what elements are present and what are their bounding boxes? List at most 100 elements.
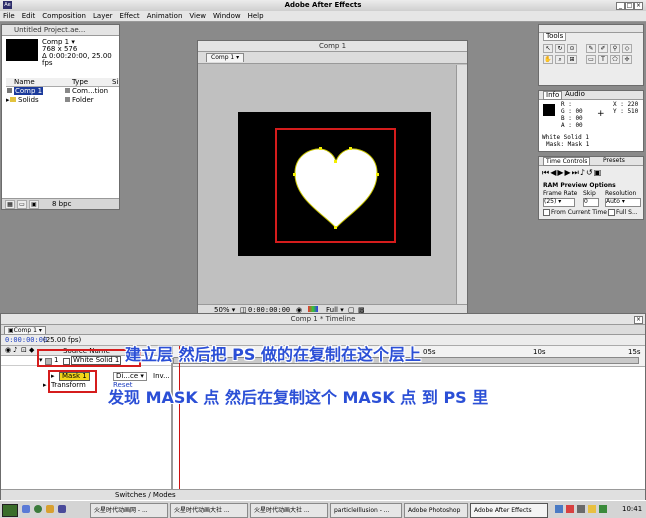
maximize-icon[interactable]: □ bbox=[625, 2, 634, 10]
play-icon[interactable]: ▶ bbox=[557, 168, 564, 177]
column-name[interactable]: Name bbox=[14, 78, 35, 86]
mask-mode-select[interactable]: Di...ce ▾ bbox=[113, 372, 147, 381]
color-swatch bbox=[543, 104, 555, 116]
text-tool-icon[interactable]: T bbox=[598, 55, 608, 64]
tab-presets[interactable]: Presets bbox=[601, 157, 627, 164]
pan-behind-tool-icon[interactable]: ⊞ bbox=[567, 55, 577, 64]
taskbar-item[interactable]: 火星时代动画大社 ... bbox=[170, 503, 248, 518]
ram-preview-icon[interactable]: ▣ bbox=[594, 168, 603, 177]
comp-canvas-area bbox=[200, 65, 455, 304]
eraser-tool-icon[interactable]: ◇ bbox=[622, 44, 632, 53]
quicklaunch-icon[interactable] bbox=[46, 505, 54, 513]
skip-field[interactable]: 0 bbox=[583, 198, 599, 207]
tray-icon[interactable] bbox=[599, 505, 607, 513]
frame-rate-label: Frame Rate bbox=[543, 190, 578, 197]
timeline-close-icon[interactable]: × bbox=[634, 316, 643, 324]
next-frame-icon[interactable]: ▶ bbox=[565, 168, 572, 177]
trash-icon[interactable]: ▦ bbox=[5, 200, 15, 209]
rect-mask-tool-icon[interactable]: ▭ bbox=[586, 55, 596, 64]
menu-edit[interactable]: Edit bbox=[22, 12, 36, 20]
taskbar-item[interactable]: 火星时代动画网 - ... bbox=[90, 503, 168, 518]
time-controls-panel: Time Controls Presets ⏮◀▶▶⏭♪↺▣ RAM Previ… bbox=[538, 156, 644, 220]
mask-row[interactable]: ▸ Mask 1 Di...ce ▾ Inv... bbox=[1, 372, 645, 381]
taskbar-clock[interactable]: 10:41 bbox=[622, 505, 642, 513]
audio-column-icon[interactable]: ♪ bbox=[13, 346, 17, 354]
app-title: Adobe After Effects bbox=[284, 1, 362, 9]
menu-help[interactable]: Help bbox=[248, 12, 264, 20]
expand-arrow-icon[interactable]: ▸ bbox=[43, 381, 47, 389]
comp-frame[interactable] bbox=[238, 112, 431, 256]
folder-new-icon[interactable]: ▭ bbox=[17, 200, 27, 209]
bpc-label[interactable]: 8 bpc bbox=[52, 200, 71, 208]
tab-time-controls[interactable]: Time Controls bbox=[543, 157, 591, 166]
comp-window-title: Comp 1 bbox=[198, 41, 467, 52]
project-duration: Δ 0:00:20:00, 25.00 fps bbox=[42, 52, 112, 67]
clone-tool-icon[interactable]: ⚲ bbox=[610, 44, 620, 53]
tab-info[interactable]: Info bbox=[543, 91, 563, 100]
minimize-icon[interactable]: _ bbox=[616, 2, 625, 10]
brush-tool-icon[interactable]: ✐ bbox=[598, 44, 608, 53]
tab-audio[interactable]: Audio bbox=[563, 91, 587, 98]
menu-layer[interactable]: Layer bbox=[93, 12, 113, 20]
label-column-icon[interactable]: ◆ bbox=[29, 346, 34, 354]
hand-tool-icon[interactable]: ✋ bbox=[543, 55, 553, 64]
quicklaunch-icon[interactable] bbox=[58, 505, 66, 513]
color-channels-icon[interactable] bbox=[308, 306, 318, 312]
taskbar-item[interactable]: 火星时代动画大社 ... bbox=[250, 503, 328, 518]
from-current-checkbox[interactable] bbox=[543, 209, 550, 216]
pen-tool-icon[interactable]: ✎ bbox=[586, 44, 596, 53]
info-b: B : 00 bbox=[561, 115, 583, 122]
resolution-select[interactable]: Auto ▾ bbox=[605, 198, 641, 207]
lock-column-icon[interactable]: ⊡ bbox=[21, 346, 27, 354]
menu-window[interactable]: Window bbox=[213, 12, 241, 20]
tools-tab[interactable]: Tools bbox=[543, 32, 567, 41]
current-time-indicator[interactable] bbox=[179, 346, 180, 496]
start-button[interactable] bbox=[2, 504, 18, 517]
tray-icon[interactable] bbox=[577, 505, 585, 513]
heart-shape bbox=[293, 147, 379, 229]
full-screen-checkbox[interactable] bbox=[608, 209, 615, 216]
loop-icon[interactable]: ↺ bbox=[586, 168, 594, 177]
column-type[interactable]: Type bbox=[72, 78, 88, 86]
tray-icon[interactable] bbox=[566, 505, 574, 513]
zoom-tool-icon[interactable]: ⌕ bbox=[555, 55, 565, 64]
eye-icon[interactable]: ◉ bbox=[5, 346, 11, 354]
camera-orbit-tool-icon[interactable]: ⊙ bbox=[567, 44, 577, 53]
comp-icon bbox=[7, 88, 12, 93]
menu-file[interactable]: File bbox=[3, 12, 15, 20]
tray-icon[interactable] bbox=[555, 505, 563, 513]
info-panel: Info Audio R : G : 00 B : 00 A : 00 + X … bbox=[538, 90, 644, 152]
first-frame-icon[interactable]: ⏮ bbox=[542, 168, 550, 177]
quicklaunch-icon[interactable] bbox=[34, 505, 42, 513]
taskbar-item[interactable]: Adobe Photoshop bbox=[404, 503, 468, 518]
timeline-tab[interactable]: ▣Comp 1 ▾ bbox=[4, 326, 46, 334]
taskbar-item[interactable]: particleIllusion - ... bbox=[330, 503, 402, 518]
menu-view[interactable]: View bbox=[189, 12, 206, 20]
comp-new-icon[interactable]: ▣ bbox=[29, 200, 39, 209]
taskbar-item[interactable]: Adobe After Effects bbox=[470, 503, 548, 518]
mask-inverted-label[interactable]: Inv... bbox=[153, 372, 170, 380]
frame-rate-select[interactable]: (25) ▾ bbox=[543, 198, 575, 207]
list-item[interactable]: Comp 1 Com...tion bbox=[6, 87, 119, 95]
column-size[interactable]: Si bbox=[112, 78, 118, 86]
tray-icon[interactable] bbox=[588, 505, 596, 513]
shape-tool-icon[interactable]: ⬠ bbox=[610, 55, 620, 64]
puppet-tool-icon[interactable]: ✢ bbox=[622, 55, 632, 64]
comp-vscrollbar[interactable] bbox=[456, 65, 467, 304]
project-panel: Untitled Project.ae... Comp 1 ▾ 768 x 57… bbox=[1, 24, 120, 210]
expand-arrow-icon[interactable]: ▸ bbox=[6, 96, 10, 104]
selection-tool-icon[interactable]: ↖ bbox=[543, 44, 553, 53]
menu-effect[interactable]: Effect bbox=[120, 12, 140, 20]
timeline-timecode[interactable]: 0:00:00:00 bbox=[5, 336, 47, 344]
menu-animation[interactable]: Animation bbox=[147, 12, 183, 20]
switches-modes-button[interactable]: Switches / Modes bbox=[115, 491, 176, 499]
close-icon[interactable]: × bbox=[634, 2, 643, 10]
menu-composition[interactable]: Composition bbox=[42, 12, 86, 20]
list-item[interactable]: ▸ Solids Folder bbox=[6, 96, 119, 104]
annotation-line-1: 建立层 然后把 PS 做的在复制在这个层上 bbox=[125, 345, 421, 364]
timeline-divider[interactable] bbox=[171, 346, 173, 496]
rotate-tool-icon[interactable]: ↻ bbox=[555, 44, 565, 53]
quicklaunch-icon[interactable] bbox=[22, 505, 30, 513]
last-frame-icon[interactable]: ⏭ bbox=[572, 168, 580, 177]
comp-tab[interactable]: Comp 1 ▾ bbox=[206, 53, 245, 62]
